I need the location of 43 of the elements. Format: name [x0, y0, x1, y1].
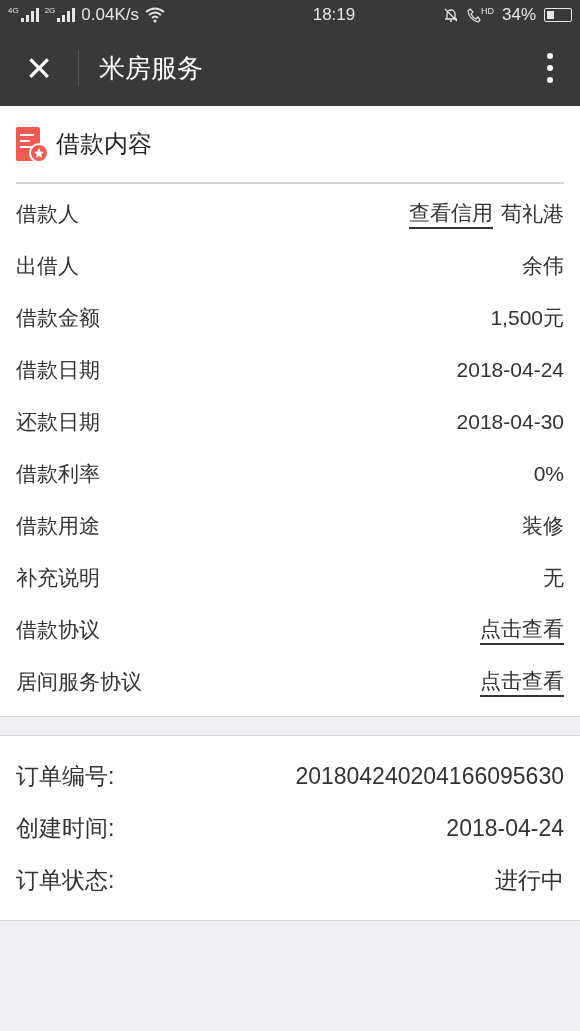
field-value: 1,500元	[490, 305, 564, 332]
clock-text: 18:19	[312, 4, 356, 27]
wifi-icon	[145, 7, 165, 23]
order-value: 201804240204166095630	[295, 761, 564, 791]
document-star-icon	[16, 125, 48, 163]
field-value: 0%	[533, 461, 564, 488]
field-value: 2018-04-30	[456, 409, 564, 436]
field-label: 借款人	[16, 201, 79, 228]
field-label: 还款日期	[16, 409, 100, 436]
signal-icon	[57, 8, 76, 22]
close-button[interactable]: ×	[0, 30, 78, 106]
credit-link[interactable]: 查看信用	[409, 199, 493, 229]
order-value: 2018-04-24	[446, 813, 564, 843]
section-title: 借款内容	[56, 129, 152, 159]
page-title: 米房服务	[99, 51, 204, 85]
view-link[interactable]: 点击查看	[480, 615, 564, 645]
field-value: 2018-04-24	[456, 357, 564, 384]
bell-muted-icon	[442, 7, 459, 23]
order-label: 订单编号:	[16, 761, 115, 791]
order-label: 创建时间:	[16, 813, 115, 843]
signal-icon	[20, 8, 39, 22]
order-value: 进行中	[495, 865, 564, 895]
field-label: 出借人	[16, 253, 79, 280]
battery-icon	[544, 8, 572, 22]
field-label: 借款日期	[16, 357, 100, 384]
battery-text: 34%	[501, 4, 536, 27]
speed-text: 0.04K/s	[81, 4, 139, 27]
network-label: 4G	[8, 5, 19, 18]
field-value: 装修	[522, 513, 564, 540]
order-label: 订单状态:	[16, 865, 115, 895]
hd-label: HD	[480, 7, 494, 16]
network-label: 2G	[44, 5, 56, 18]
field-label: 借款金额	[16, 305, 100, 332]
field-label: 借款利率	[16, 461, 100, 488]
field-label: 补充说明	[16, 565, 100, 592]
field-label: 借款用途	[16, 513, 100, 540]
phone-icon	[466, 7, 481, 23]
field-value: 余伟	[522, 253, 564, 280]
field-value: 无	[543, 565, 564, 592]
field-label: 居间服务协议	[16, 669, 142, 696]
field-value: 荀礼港	[501, 201, 564, 228]
view-link[interactable]: 点击查看	[480, 667, 564, 697]
field-label: 借款协议	[16, 617, 100, 644]
